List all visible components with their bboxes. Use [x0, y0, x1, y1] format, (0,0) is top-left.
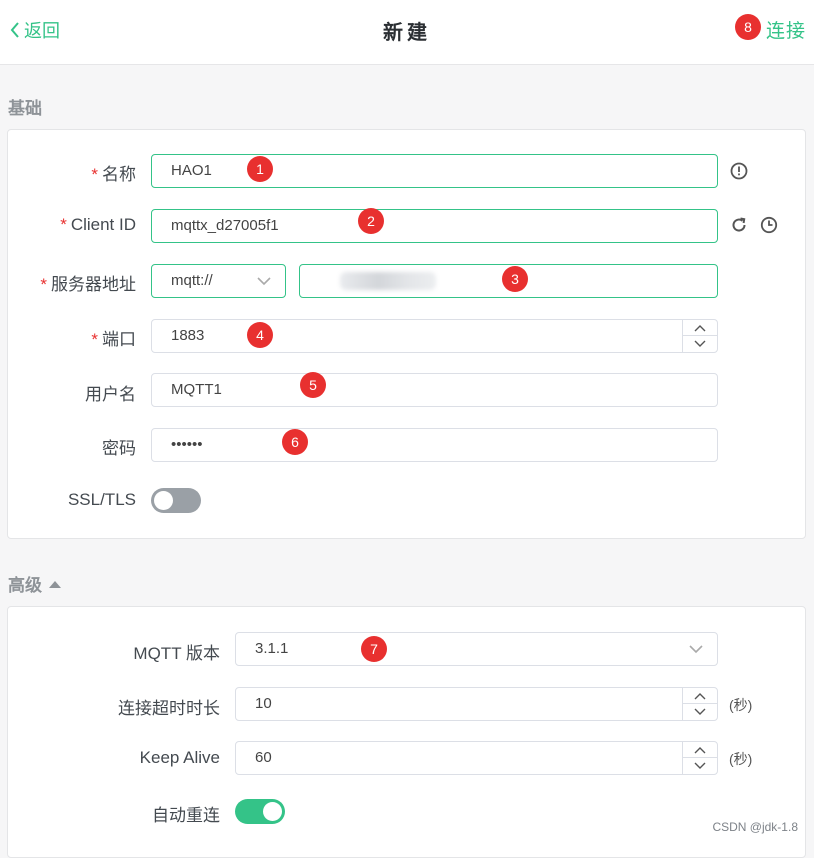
keep-alive-stepper	[682, 742, 717, 774]
name-label: * 名称	[91, 165, 136, 184]
caret-up-icon	[49, 580, 61, 588]
chevron-down-icon	[694, 708, 706, 715]
auto-reconnect-label: 自动重连	[152, 806, 220, 825]
clock-icon[interactable]	[760, 216, 778, 234]
auto-reconnect-toggle[interactable]	[235, 799, 285, 824]
keep-alive-label: Keep Alive	[139, 748, 220, 767]
server-address-label: * 服务器地址	[40, 275, 136, 294]
username-input[interactable]: MQTT1	[151, 373, 718, 407]
mqtt-version-select[interactable]: 3.1.1	[235, 632, 718, 666]
username-label: 用户名	[85, 385, 136, 404]
annotation-badge: 3	[502, 266, 528, 292]
decrement-button[interactable]	[683, 704, 717, 720]
chevron-down-icon	[694, 762, 706, 769]
info-icon[interactable]	[730, 162, 748, 180]
port-label: * 端口	[91, 330, 136, 349]
connect-button[interactable]: 连接	[766, 16, 806, 43]
name-input[interactable]: HAO1	[151, 154, 718, 188]
port-input[interactable]: 1883	[151, 319, 718, 353]
chevron-down-icon	[694, 340, 706, 347]
password-label: 密码	[102, 439, 136, 458]
watermark: CSDN @jdk-1.8	[712, 820, 798, 834]
connect-timeout-stepper	[682, 688, 717, 720]
unit-label: (秒)	[729, 697, 753, 713]
annotation-badge: 6	[282, 429, 308, 455]
toggle-knob	[154, 491, 173, 510]
redacted-host	[340, 272, 436, 290]
keep-alive-input[interactable]: 60	[235, 741, 718, 775]
annotation-badge: 5	[300, 372, 326, 398]
protocol-select[interactable]: mqtt://	[151, 264, 286, 298]
ssl-tls-toggle[interactable]	[151, 488, 201, 513]
annotation-badge: 2	[358, 208, 384, 234]
increment-button[interactable]	[683, 320, 717, 336]
annotation-badge: 7	[361, 636, 387, 662]
chevron-down-icon	[689, 645, 703, 654]
top-bar: 返回 新建 8 连接	[0, 0, 814, 65]
annotation-badge: 8	[735, 14, 761, 40]
annotation-badge: 4	[247, 322, 273, 348]
advanced-card: MQTT 版本 3.1.1 7 连接超时时长 10 (秒) Keep Alive…	[7, 606, 806, 858]
chevron-down-icon	[257, 277, 271, 286]
increment-button[interactable]	[683, 688, 717, 704]
port-stepper	[682, 320, 717, 352]
ssl-tls-label: SSL/TLS	[67, 490, 136, 509]
chevron-up-icon	[694, 746, 706, 753]
annotation-badge: 1	[247, 156, 273, 182]
chevron-up-icon	[694, 692, 706, 699]
basic-card: * 名称 HAO1 1 * Client ID mqttx_d27005f1 2 *…	[7, 129, 806, 539]
increment-button[interactable]	[683, 742, 717, 758]
client-id-label: * Client ID	[60, 215, 136, 234]
refresh-icon[interactable]	[730, 216, 748, 234]
toggle-knob	[263, 802, 282, 821]
chevron-up-icon	[694, 324, 706, 331]
client-id-input[interactable]: mqttx_d27005f1	[151, 209, 718, 243]
page-title: 新建	[383, 22, 431, 44]
decrement-button[interactable]	[683, 758, 717, 774]
decrement-button[interactable]	[683, 336, 717, 352]
mqtt-version-label: MQTT 版本	[133, 644, 220, 663]
connect-timeout-input[interactable]: 10	[235, 687, 718, 721]
unit-label: (秒)	[729, 751, 753, 767]
password-input[interactable]: ••••••	[151, 428, 718, 462]
connect-timeout-label: 连接超时时长	[118, 699, 220, 718]
section-title-advanced[interactable]: 高级	[8, 571, 62, 596]
section-title-basic: 基础	[8, 99, 42, 118]
